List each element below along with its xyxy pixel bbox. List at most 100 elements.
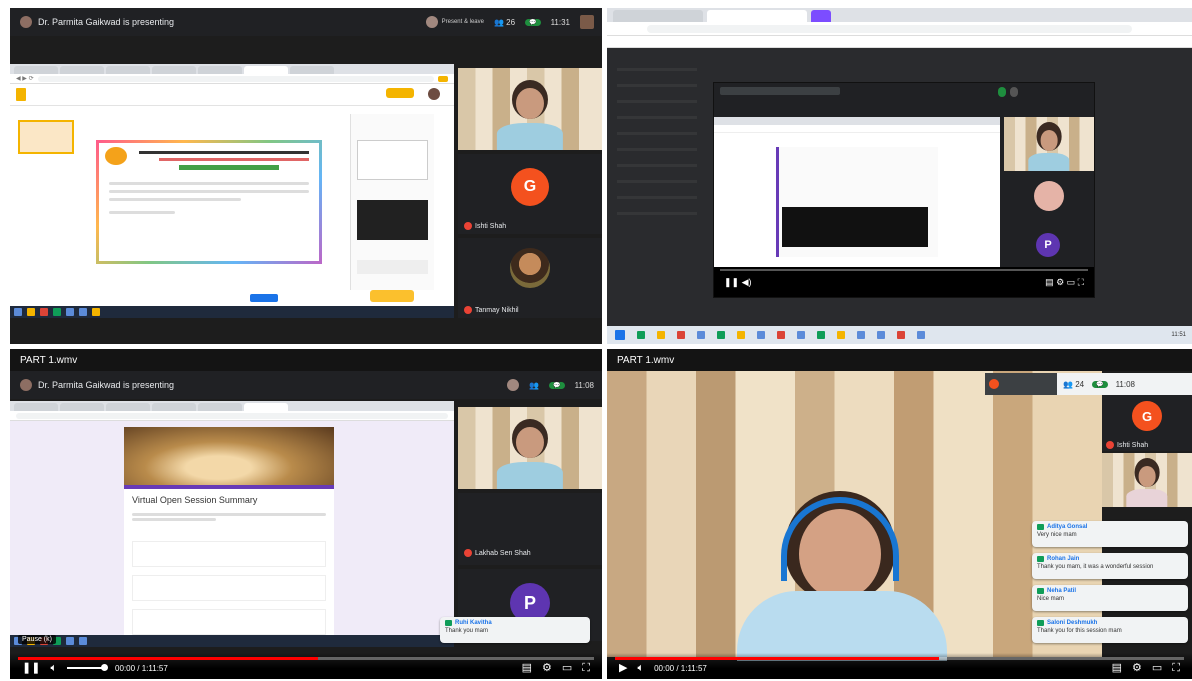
browser-tab-strip[interactable] <box>10 401 454 411</box>
chrome-tab-strip[interactable] <box>607 8 1192 22</box>
address-bar[interactable]: ◀ ▶ ⟳ <box>10 74 454 84</box>
certificate-logo-icon <box>105 147 127 165</box>
panel-youtube-forms-presentation: PART 1.wmv Dr. Parmita Gaikwad is presen… <box>10 349 602 679</box>
youtube-controls[interactable]: ❚❚ 🔈︎ 00:00 / 1:11:57 ▤ ⚙ ▭ ⛶ <box>10 653 602 679</box>
chat-sender: Ruhi Kavitha <box>455 620 492 626</box>
account-avatar[interactable] <box>428 88 440 100</box>
address-bar[interactable] <box>10 411 454 421</box>
chat-toast[interactable]: Neha Patil Nice mam <box>1032 585 1188 611</box>
inner-youtube-controls[interactable]: ❚❚ ◀) ▤ ⚙ ▭ ⛶ <box>714 267 1094 297</box>
participant-video-tile[interactable] <box>1102 453 1192 507</box>
chat-toast[interactable]: Saloni Deshmukh Thank you for this sessi… <box>1032 617 1188 643</box>
pause-icon[interactable]: ❚❚ <box>22 662 40 674</box>
self-avatar <box>425 16 438 28</box>
play-icon[interactable]: ▶ <box>619 662 627 674</box>
windows-taskbar[interactable] <box>10 306 454 318</box>
miniplayer-icon[interactable]: ▭ <box>562 662 572 674</box>
inner-forms-page <box>714 117 1000 267</box>
subtitles-icon[interactable]: ▤ <box>522 662 532 674</box>
people-icon[interactable]: 👥 26 <box>494 18 515 27</box>
clock-time: 11:08 <box>574 380 594 390</box>
form-title: Virtual Open Session Summary <box>132 495 258 505</box>
windows-taskbar[interactable]: 11:51 <box>607 326 1192 344</box>
participant-tile-photo[interactable]: Tanmay Nikhil <box>458 238 602 318</box>
inner-participant-p-tile[interactable]: P <box>1004 229 1094 269</box>
chrome-address-bar[interactable] <box>607 22 1192 36</box>
chat-message: Thank you for this session mam <box>1037 628 1122 634</box>
panel-meet-presenting-certificate: Dr. Parmita Gaikwad is presenting Presen… <box>10 8 602 344</box>
progress-bar[interactable] <box>615 657 1184 660</box>
bookmarks-bar[interactable] <box>607 36 1192 48</box>
chat-toast[interactable]: Rohan Jain Thank you mam, it was a wonde… <box>1032 553 1188 579</box>
clock-time: 11:31 <box>550 17 570 27</box>
volume-slider[interactable] <box>67 664 109 671</box>
slides-toolbar[interactable] <box>10 84 454 106</box>
self-thumbnail <box>580 15 594 29</box>
chat-message: Thank you mam, it was a wonderful sessio… <box>1037 564 1154 570</box>
youtube-controls[interactable]: ▶ 🔈︎ 00:00 / 1:11:57 ▤ ⚙ ▭ ⛶ <box>607 653 1192 679</box>
player-tooltip: Pause (k) <box>18 635 56 644</box>
timestamp: 00:00 / 1:11:57 <box>654 663 707 673</box>
mic-off-icon <box>1106 441 1114 449</box>
panel-youtube-speaker-view: PART 1.wmv 👥 24 💬 11:08 G Ishti Shah Adi… <box>607 349 1192 679</box>
shared-meet-window[interactable]: P ❚❚ ◀) ▤ ⚙ ▭ ⛶ <box>713 82 1095 298</box>
present-leave-control[interactable]: Present & leave <box>425 16 484 28</box>
fullscreen-icon[interactable]: ⛶ <box>582 662 590 674</box>
meet-top-bar: Dr. Parmita Gaikwad is presenting 👥 💬 11… <box>10 371 602 399</box>
inner-meet-status <box>998 87 1088 97</box>
people-icon[interactable]: 👥 24 <box>1063 380 1084 389</box>
participant-tile-g[interactable]: G Ishti Shah <box>458 154 602 234</box>
chat-badge[interactable]: 💬 <box>525 18 541 26</box>
meet-top-bar: Dr. Parmita Gaikwad is presenting Presen… <box>10 8 602 36</box>
slide-thumbnail[interactable] <box>18 120 74 154</box>
timestamp: 00:00 / 1:11:57 <box>115 663 168 673</box>
miniplayer-icon[interactable]: ▭ <box>1152 662 1162 674</box>
inner-participant-tile[interactable] <box>1004 117 1094 171</box>
participant-name: Lakhab Sen Shah <box>475 549 531 557</box>
settings-gear-icon[interactable]: ⚙ <box>542 662 552 674</box>
participant-video-tile[interactable] <box>458 68 602 150</box>
chat-toast[interactable]: Ruhi Kavitha Thank you mam <box>440 617 590 643</box>
chat-badge[interactable]: 💬 <box>549 381 565 389</box>
notification-button[interactable] <box>250 294 278 302</box>
participant-tile-name[interactable]: Lakhab Sen Shah <box>458 493 602 565</box>
chat-message: Thank you mam <box>445 628 489 634</box>
volume-icon[interactable]: 🔈︎ <box>50 662 57 674</box>
inner-participant-photo-tile[interactable] <box>1004 175 1094 225</box>
mic-off-icon <box>464 306 472 314</box>
theme-panel[interactable] <box>350 114 434 290</box>
chat-badge[interactable]: 💬 <box>1092 380 1108 388</box>
chat-toast[interactable]: Aditya Gonsal Very nice mam <box>1032 521 1188 547</box>
participant-avatar-g: G <box>511 168 549 206</box>
panel-browser-meet-window: P ❚❚ ◀) ▤ ⚙ ▭ ⛶ 11:51 <box>607 8 1192 344</box>
participant-tile-g[interactable]: G Ishti Shah <box>1102 395 1192 451</box>
chat-message: Nice mam <box>1037 596 1065 602</box>
windows-taskbar[interactable] <box>10 635 454 647</box>
speaker-person <box>737 491 947 661</box>
present-leave-control[interactable] <box>507 379 520 391</box>
people-icon[interactable]: 👥 <box>529 381 539 390</box>
chat-sender: Aditya Gonsal <box>1047 524 1088 530</box>
participant-video-tile[interactable] <box>458 407 602 489</box>
mic-off-icon <box>464 549 472 557</box>
certificate-slide <box>96 140 322 264</box>
import-theme-button[interactable] <box>370 290 414 302</box>
speaker-video <box>607 371 1102 661</box>
subtitles-icon[interactable]: ▤ <box>1112 662 1122 674</box>
participant-name: Tanmay Nikhil <box>475 306 519 314</box>
progress-bar[interactable] <box>18 657 594 660</box>
participant-name: Ishti Shah <box>475 222 507 230</box>
presenter-avatar <box>20 379 32 391</box>
browser-tab-strip[interactable] <box>10 64 454 74</box>
form-card: Virtual Open Session Summary <box>124 427 334 647</box>
chat-icon <box>1037 620 1044 626</box>
clock-time: 11:08 <box>1115 379 1136 389</box>
volume-icon[interactable]: 🔈︎ <box>637 662 644 674</box>
chat-sender: Rohan Jain <box>1047 556 1080 562</box>
fullscreen-icon[interactable]: ⛶ <box>1172 662 1180 674</box>
chat-icon <box>1037 556 1044 562</box>
share-button[interactable] <box>386 88 414 98</box>
settings-gear-icon[interactable]: ⚙ <box>1132 662 1142 674</box>
mic-off-icon <box>464 222 472 230</box>
chat-message: Very nice mam <box>1037 532 1077 538</box>
